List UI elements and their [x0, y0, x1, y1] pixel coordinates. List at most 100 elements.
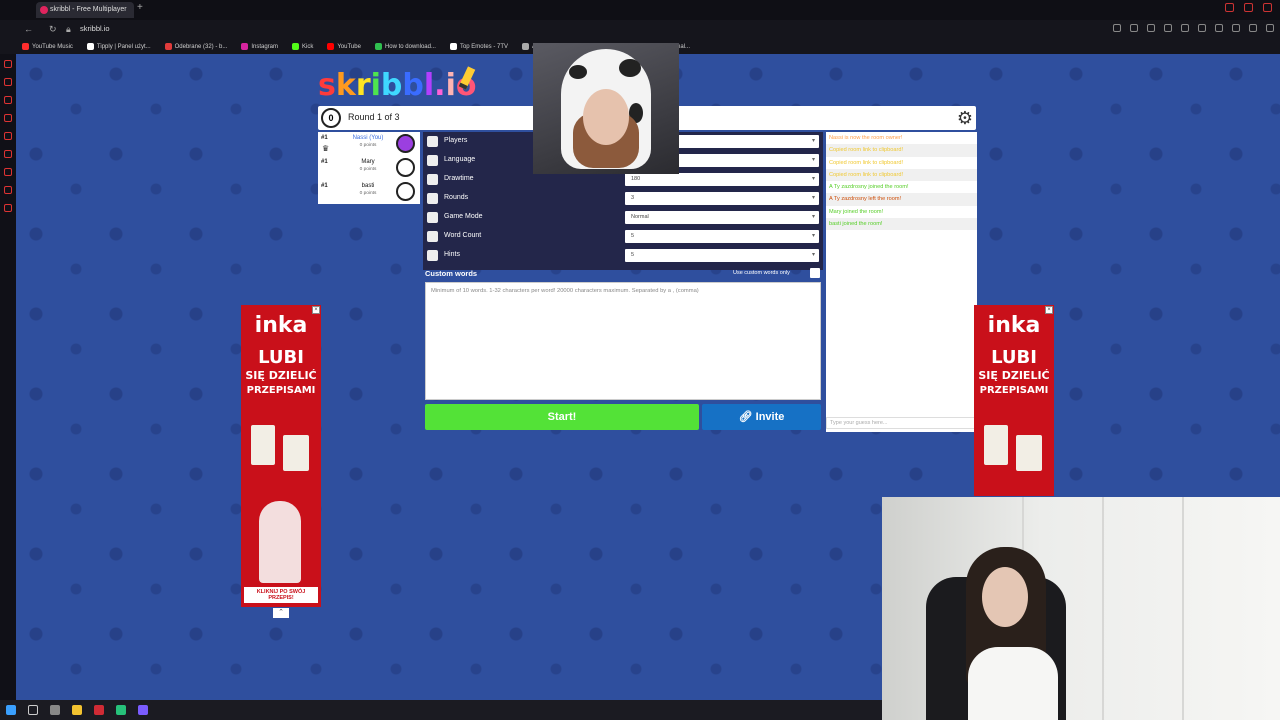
start-button[interactable]: Start!	[425, 404, 699, 430]
setting-label: Language	[444, 156, 476, 163]
extension-icon[interactable]	[1147, 24, 1155, 32]
browser-tab-bar: skribbl - Free Multiplayer +	[0, 0, 1280, 20]
extension-icon[interactable]	[1164, 24, 1172, 32]
start-menu-icon[interactable]	[6, 705, 16, 715]
setting-icon	[427, 155, 438, 166]
ad-person-image	[259, 501, 301, 583]
player-points: 0 points	[359, 143, 377, 148]
skribbl-favicon-icon	[40, 6, 48, 14]
setting-select[interactable]: 5	[625, 230, 819, 243]
bookmark-item[interactable]: Tipply | Panel użyt...	[86, 43, 151, 50]
custom-words-only-label: Use custom words only	[733, 270, 790, 276]
app-icon[interactable]	[116, 705, 126, 715]
custom-words-textarea[interactable]: Minimum of 10 words. 1-32 characters per…	[425, 282, 821, 400]
link-icon: 🔗︎	[738, 411, 756, 423]
extension-icon[interactable]	[1232, 24, 1240, 32]
sidebar-app-icon[interactable]	[4, 132, 12, 140]
wardrobe-door	[1182, 497, 1262, 720]
invite-button[interactable]: 🔗︎ Invite	[702, 404, 821, 430]
player-rank: #1	[321, 135, 328, 141]
bookmark-favicon-icon	[449, 43, 457, 50]
settings-gear-icon[interactable]: ⚙	[955, 108, 975, 128]
ad-banner-left[interactable]: inka LUBI SIĘ DZIELIĆ PRZEPISAMI KLIKNIJ…	[241, 305, 321, 607]
chat-message: basti joined the room!	[826, 218, 977, 231]
extension-icon[interactable]	[1113, 24, 1121, 32]
maximize-icon[interactable]	[1244, 3, 1253, 12]
sidebar-app-icon[interactable]	[4, 204, 12, 212]
setting-icon	[427, 174, 438, 185]
extension-icon[interactable]	[1266, 24, 1274, 32]
sidebar-app-icon[interactable]	[4, 168, 12, 176]
setting-select[interactable]: 3	[625, 192, 819, 205]
setting-row: Hints 5	[423, 246, 823, 265]
player-row[interactable]: #1 Mary 0 points	[318, 156, 420, 180]
address-bar: ← ↻ 🔒︎ skribbl.io	[0, 20, 1280, 39]
browser-sidebar	[0, 54, 16, 700]
streamer-body	[968, 647, 1058, 720]
bookmark-favicon-icon	[327, 43, 335, 50]
ad-close-icon[interactable]: ×	[312, 306, 320, 314]
bookmark-item[interactable]: YouTube Music	[22, 43, 73, 50]
extension-icon[interactable]	[1215, 24, 1223, 32]
sidebar-app-icon[interactable]	[4, 114, 12, 122]
setting-label: Word Count	[444, 232, 482, 239]
chat-input[interactable]: Type your guess here...	[826, 417, 975, 429]
ad-brand: inka	[254, 313, 308, 338]
bookmark-item[interactable]: How to download...	[374, 43, 436, 50]
sidebar-app-icon[interactable]	[4, 60, 12, 68]
extension-icon[interactable]	[1130, 24, 1138, 32]
bookmark-item[interactable]: Instagram	[241, 43, 278, 50]
opera-icon[interactable]	[94, 705, 104, 715]
ad-collapse-icon[interactable]: ⌃	[273, 608, 289, 618]
browser-tab[interactable]: skribbl - Free Multiplayer	[36, 2, 134, 18]
invite-label: Invite	[755, 411, 785, 423]
ad-close-icon[interactable]: ×	[1045, 306, 1053, 314]
ad-product-image	[1016, 435, 1042, 471]
hood-spot	[619, 59, 641, 77]
bookmark-favicon-icon	[22, 43, 29, 50]
extension-icon[interactable]	[1181, 24, 1189, 32]
custom-words-only-checkbox[interactable]	[810, 268, 820, 278]
bookmark-item[interactable]: Top Emotes - 7TV	[449, 43, 508, 50]
ad-line: SIĘ DZIELIĆ	[245, 369, 317, 382]
setting-label: Rounds	[444, 194, 469, 201]
extension-icon[interactable]	[1198, 24, 1206, 32]
webcam-overlay-bottom-right	[882, 497, 1280, 720]
webcam-overlay-top	[533, 43, 679, 174]
close-icon[interactable]	[1263, 3, 1272, 12]
setting-select[interactable]: 5	[625, 249, 819, 262]
sidebar-app-icon[interactable]	[4, 150, 12, 158]
player-row[interactable]: #1 basti 0 points	[318, 180, 420, 204]
reload-icon[interactable]: ↻	[49, 24, 57, 35]
bookmark-item[interactable]: Odebrane (32) - b...	[164, 43, 227, 50]
timer-clock-icon: 0	[321, 108, 341, 128]
window-controls	[1225, 3, 1272, 12]
sidebar-app-icon[interactable]	[4, 96, 12, 104]
ad-banner-right[interactable]: inka LUBI SIĘ DZIELIĆ PRZEPISAMI	[974, 305, 1054, 496]
setting-select[interactable]: 180	[625, 173, 819, 186]
player-row[interactable]: #1 ♛ Nassi (You) 0 points	[318, 132, 420, 156]
player-list: #1 ♛ Nassi (You) 0 points #1 Mary 0 points #1 ba…	[318, 132, 420, 204]
minimize-icon[interactable]	[1225, 3, 1234, 12]
url-field[interactable]: skribbl.io	[80, 24, 110, 33]
sidebar-app-icon[interactable]	[4, 186, 12, 194]
search-icon[interactable]	[28, 705, 38, 715]
sidebar-app-icon[interactable]	[4, 78, 12, 86]
setting-icon	[427, 250, 438, 261]
file-explorer-icon[interactable]	[72, 705, 82, 715]
discord-icon[interactable]	[138, 705, 148, 715]
setting-select[interactable]: Normal	[625, 211, 819, 224]
player-name: basti	[361, 183, 375, 189]
taskview-icon[interactable]	[50, 705, 60, 715]
skribbl-logo: skribbl.io	[318, 68, 477, 103]
bookmark-item[interactable]: YouTube	[327, 43, 361, 50]
back-icon[interactable]: ←	[24, 24, 33, 34]
bookmark-label: How to download...	[384, 43, 436, 50]
setting-label: Hints	[444, 251, 460, 258]
os-taskbar	[0, 700, 882, 720]
player-name: Mary	[361, 159, 375, 165]
extension-icon[interactable]	[1249, 24, 1257, 32]
custom-words-label: Custom words	[425, 269, 478, 278]
new-tab-button[interactable]: +	[137, 2, 143, 13]
bookmark-item[interactable]: Kick	[292, 43, 313, 50]
